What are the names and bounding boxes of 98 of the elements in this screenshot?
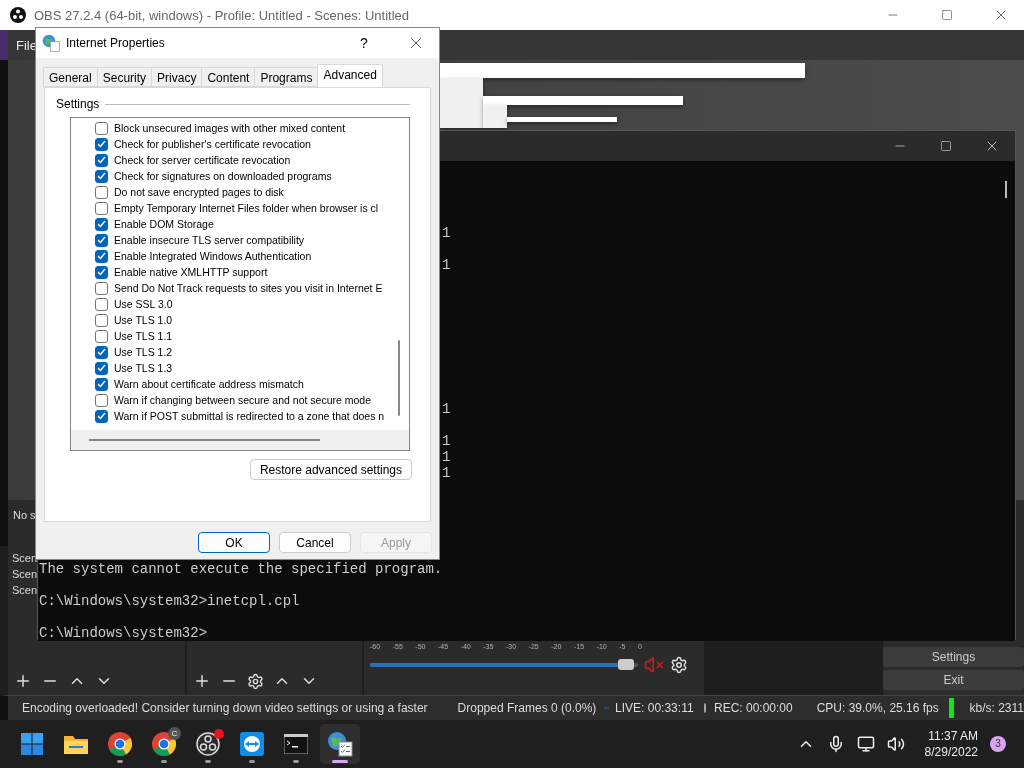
scene-item[interactable]: Scen [12, 568, 38, 584]
terminal-line: C:\Windows\system32>inetcpl.cpl [39, 593, 300, 609]
speaker-icon[interactable] [886, 735, 905, 753]
checkbox-label: Warn about certificate address mismatch [114, 378, 304, 390]
windows-logo-icon [21, 733, 43, 755]
network-icon[interactable] [856, 735, 875, 753]
maximize-icon[interactable] [941, 9, 953, 21]
checkbox[interactable] [95, 409, 108, 423]
add-icon[interactable] [193, 672, 211, 690]
checkbox[interactable] [95, 169, 108, 183]
checkbox-label: Use TLS 1.0 [114, 314, 173, 326]
globe-checklist-icon [42, 34, 60, 52]
checkbox[interactable] [95, 297, 108, 311]
taskbar-app[interactable] [320, 724, 360, 764]
checkbox-label: Send Do Not Track requests to sites you visit in Internet E [114, 282, 383, 294]
checkbox-label: Check for server certificate revocation [114, 154, 291, 166]
terminal-text: 1 [442, 257, 451, 273]
checkbox-label: Enable DOM Storage [114, 218, 214, 230]
dialog-button[interactable]: OK [198, 532, 270, 553]
terminal-line: C:\Windows\system32> [39, 625, 208, 641]
rec-time: REC: 00:00:00 [713, 701, 793, 715]
live-time: LIVE: 00:33:11 [615, 701, 694, 715]
folder-icon [64, 734, 88, 754]
tab[interactable]: Advanced [317, 64, 383, 87]
terminal-text: 1 [442, 449, 451, 465]
browser-icon [152, 732, 176, 756]
checkbox[interactable] [95, 393, 108, 407]
circle-logo-icon [196, 732, 220, 756]
context-text: No s [13, 509, 36, 521]
tab[interactable]: General [43, 67, 98, 87]
checkbox[interactable] [95, 121, 108, 135]
checkbox-label: Use SSL 3.0 [114, 298, 173, 310]
checkbox[interactable] [95, 361, 108, 375]
muted-speaker-icon[interactable] [644, 655, 664, 675]
checkbox-label: Use TLS 1.3 [114, 362, 173, 374]
dialog-button[interactable]: Cancel [279, 532, 351, 553]
help-button[interactable]: ? [341, 35, 387, 51]
status-message: Encoding overloaded! Consider turning down video settings or using a faster [22, 701, 428, 715]
profile-badge: C [168, 727, 181, 740]
taskbar-app[interactable]: C [144, 724, 184, 764]
checkbox-label: Check for publisher's certificate revocation [114, 138, 311, 150]
app-logo-icon [10, 7, 26, 23]
clock-time: 11:37 AM [928, 728, 978, 744]
checkbox-label: Warn if POST submittal is redirected to a zone that does n [114, 410, 385, 422]
cpu-usage: CPU: 39.0%, 25.16 fps [816, 701, 939, 715]
checkbox-label: Warn if changing between secure and not secure mode [114, 394, 371, 406]
window-title: OBS 27.2.4 (64-bit, windows) - Profile: Untitled - Scenes: Untitled [34, 7, 410, 23]
control-button[interactable]: Settings [883, 647, 1024, 667]
connection-indicator [948, 698, 954, 718]
scrollbar [1005, 181, 1007, 198]
settings-icon[interactable] [247, 672, 264, 690]
checkbox[interactable] [95, 137, 108, 151]
terminal-text: 1 [442, 465, 451, 481]
tab[interactable]: Privacy [151, 67, 203, 87]
checkbox-label: Block unsecured images with other mixed content [114, 122, 346, 134]
terminal-text: 1 [442, 433, 451, 449]
checkbox[interactable] [95, 377, 108, 391]
tab[interactable]: Security [96, 67, 153, 87]
slider-thumb[interactable] [617, 659, 634, 670]
checkbox[interactable] [95, 281, 108, 295]
checkbox[interactable] [95, 345, 108, 359]
tab[interactable]: Programs [254, 67, 319, 87]
checkbox-label: Do not save encrypted pages to disk [114, 186, 284, 198]
checkbox-label: Enable Integrated Windows Authentication [114, 250, 312, 262]
clock-date: 8/29/2022 [924, 744, 978, 760]
checkbox[interactable] [95, 313, 108, 327]
checkbox[interactable] [95, 185, 108, 199]
checkbox[interactable] [95, 217, 108, 231]
checkbox[interactable] [95, 233, 108, 247]
control-button[interactable]: Exit [883, 670, 1024, 690]
checkbox-label: Enable native XMLHTTP support [114, 266, 268, 278]
clock[interactable]: 11:37 AM 8/29/2022 [924, 728, 978, 760]
restore-button[interactable]: Restore advanced settings [249, 459, 412, 480]
terminal-text: 1 [442, 401, 451, 417]
bitrate: kb/s: 2311 [969, 701, 1024, 715]
scene-item[interactable]: Scen [12, 584, 38, 600]
group-label: Settings [56, 97, 100, 111]
checkbox-label: Check for signatures on downloaded programs [114, 170, 332, 182]
dropped-frames: Dropped Frames 0 (0.0%) [457, 701, 597, 715]
checkbox[interactable] [95, 265, 108, 279]
checkbox[interactable] [95, 329, 108, 343]
settings-icon[interactable] [670, 656, 688, 674]
dialog-title: Internet Properties [66, 36, 166, 50]
tab[interactable]: Content [201, 67, 256, 87]
globe-checklist-icon [327, 731, 353, 757]
browser-icon [108, 732, 132, 756]
add-icon[interactable] [14, 672, 32, 690]
checkbox-label: Use TLS 1.2 [114, 346, 173, 358]
terminal-text: 1 [442, 225, 451, 241]
terminal-line: The system cannot execute the specified program. [39, 561, 443, 577]
checkbox[interactable] [95, 201, 108, 215]
checkbox-label: Empty Temporary Internet Files folder when browser is cl [114, 202, 379, 214]
checkbox-label: Enable insecure TLS server compatibility [114, 234, 305, 246]
terminal-icon [284, 734, 308, 754]
checkbox[interactable] [95, 153, 108, 167]
checkbox-label: Use TLS 1.1 [114, 330, 173, 342]
notification-badge[interactable]: 3 [990, 736, 1006, 752]
checkbox[interactable] [95, 249, 108, 263]
